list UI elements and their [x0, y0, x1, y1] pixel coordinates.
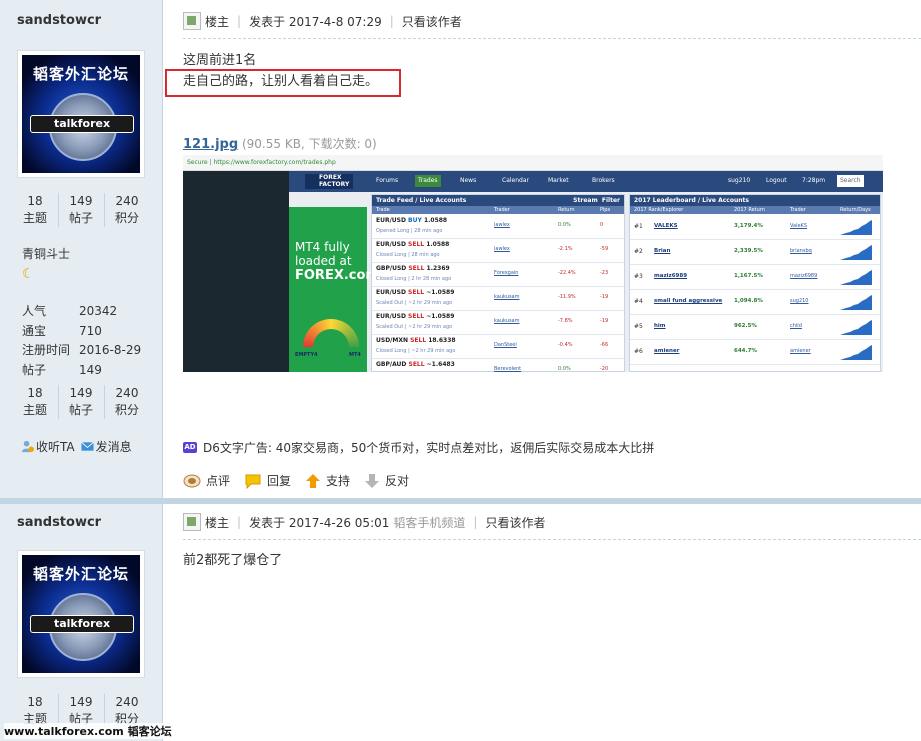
return-sparkline [840, 220, 872, 235]
post-divider [0, 498, 921, 504]
leaderboard-row: #3 maziz6989 1,167.5% maziz6989 [630, 264, 880, 290]
follow-link[interactable]: 收听TA [21, 438, 75, 455]
thumb-up-arrow-icon [306, 473, 321, 488]
user-icon [183, 12, 201, 30]
user-rank[interactable]: 青铜斗士 [22, 245, 70, 262]
author-name[interactable]: sandstowcr [17, 13, 101, 28]
mobile-channel-link[interactable]: 韬客手机频道 [393, 514, 465, 531]
image-dark-sidebar [183, 171, 289, 372]
nav-user: sug210 [728, 177, 751, 184]
leaderboard-panel: 2017 Leaderboard / Live Accounts 2017 Ra… [629, 194, 881, 372]
stat-posts[interactable]: 149 帖子 [59, 193, 105, 227]
user-info: 人气 20342 通宝 710 注册时间 2016-8-29 帖子 149 [22, 304, 142, 377]
message-link[interactable]: 发消息 [80, 438, 132, 455]
return-sparkline [840, 245, 872, 260]
gauge-graphic [303, 319, 359, 347]
avatar[interactable]: 韬客外汇论坛 talkforex [17, 550, 145, 678]
post-actions: 点评 回复 支持 反对 [183, 472, 409, 489]
user-stats-top: 18 主题 149 帖子 240 积分 [0, 193, 162, 227]
nav-logout: Logout [766, 177, 787, 184]
attachment-link[interactable]: 121.jpg [183, 137, 238, 152]
trade-feed-panel: Trade Feed / Live Accounts Stream Filter … [371, 194, 625, 372]
trade-row: EUR/USD SELL 1.0588 Closed Long | 28 min … [372, 238, 624, 263]
reply-button[interactable]: 回复 [244, 472, 291, 489]
avatar-brand: talkforex [30, 115, 134, 133]
trade-row: GBP/AUD SELL ~1.6483 Berevolent 0.0% -20 [372, 358, 624, 372]
user-stats-bottom: 18 主题 149 帖子 240 积分 [0, 385, 162, 419]
site-watermark: www.talkforex.com 韬客论坛 [4, 723, 172, 739]
post-header: 楼主 | 发表于 2017-4-8 07:29 | 只看该作者 [183, 12, 462, 30]
comment-button[interactable]: 点评 [183, 472, 230, 489]
attached-image[interactable]: Secure | https://www.forexfactory.com/tr… [183, 155, 883, 372]
attachment-meta: (90.55 KB, 下载次数: 0) [241, 137, 377, 151]
attachment: 121.jpg (90.55 KB, 下载次数: 0) [183, 135, 377, 152]
support-button[interactable]: 支持 [305, 472, 350, 489]
thumb-down-arrow-icon [365, 473, 380, 488]
stat-posts[interactable]: 149 帖子 [59, 385, 105, 419]
envelope-icon [80, 441, 94, 451]
reply-icon [245, 474, 261, 489]
return-sparkline [840, 320, 872, 335]
post-content: 前2都死了爆仓了 [183, 550, 282, 571]
site-logo: FOREX FACTORY [305, 174, 353, 189]
post-date: 发表于 2017-4-26 05:01 [249, 515, 390, 530]
return-sparkline [840, 345, 872, 360]
header-divider [183, 38, 921, 39]
only-author-link[interactable]: 只看该作者 [485, 514, 545, 531]
ad-text: D6文字广告: 40家交易商，50个货币对，实时点差对比，返佣后实际交易成本大比… [203, 441, 655, 455]
promo-banner: MT4 fully loaded at FOREX.com EMPTY4 MT4 [289, 207, 379, 372]
stat-threads[interactable]: 18 主题 [13, 193, 59, 227]
trade-row: EUR/USD BUY 1.0588 Opened Long | 28 min a… [372, 214, 624, 239]
user-icon [183, 513, 201, 531]
site-nav: FOREX FACTORY Forums Trades News Calenda… [289, 171, 883, 192]
nav-brokers: Brokers [592, 177, 615, 184]
floor-label: 楼主 [205, 14, 230, 29]
header-divider [183, 539, 921, 540]
stat-threads[interactable]: 18 主题 [13, 385, 59, 419]
content-line: 这周前进1名 [183, 53, 257, 68]
highlight-box [165, 69, 401, 97]
ad-icon: AD [183, 442, 197, 453]
leaderboard-row: #2 Brian 2,339.5% briansbq [630, 239, 880, 265]
leaderboard-row: #6 amiener 644.7% amiener [630, 339, 880, 365]
browser-url-bar: Secure | https://www.forexfactory.com/tr… [183, 155, 883, 171]
nav-calendar: Calendar [502, 177, 529, 184]
text-ad[interactable]: AD D6文字广告: 40家交易商，50个货币对，实时点差对比，返佣后实际交易成… [183, 439, 654, 456]
only-author-link[interactable]: 只看该作者 [402, 13, 462, 30]
return-sparkline [840, 295, 872, 310]
nav-search: Search [837, 175, 864, 187]
oppose-button[interactable]: 反对 [364, 472, 409, 489]
trade-row: EUR/USD SELL ~1.0589 Scaled Out | ~2 hr 2… [372, 286, 624, 311]
comment-icon [183, 474, 201, 487]
avatar-title: 韬客外汇论坛 [32, 65, 129, 83]
leaderboard-row: #4 small fund aggressive 1,094.8% sug210 [630, 289, 880, 315]
nav-forums: Forums [376, 177, 399, 184]
leaderboard-row: #1 VALEKS 3,179.4% ValeKS [630, 214, 880, 240]
stat-points[interactable]: 240 积分 [105, 385, 150, 419]
avatar-title: 韬客外汇论坛 [32, 565, 129, 583]
moon-icon: ☾ [22, 266, 35, 282]
post-header: 楼主 | 发表于 2017-4-26 05:01 韬客手机频道 | 只看该作者 [183, 513, 545, 531]
avatar-brand: talkforex [30, 615, 134, 633]
floor-label: 楼主 [205, 515, 230, 530]
user-links: 收听TA 发消息 [21, 438, 132, 455]
trade-row: EUR/USD SELL ~1.0589 Scaled Out | ~2 hr 2… [372, 310, 624, 335]
leaderboard-row: #5 him 962.5% child [630, 314, 880, 340]
trade-row: USD/MXN SELL 18.6338 Closed Long | ~2 hr … [372, 334, 624, 359]
stat-points[interactable]: 240 积分 [105, 193, 150, 227]
content-line: 前2都死了爆仓了 [183, 553, 283, 568]
nav-market: Market [548, 177, 569, 184]
return-sparkline [840, 270, 872, 285]
avatar[interactable]: 韬客外汇论坛 talkforex [17, 50, 145, 178]
follow-user-icon [21, 440, 34, 453]
author-name[interactable]: sandstowcr [17, 515, 101, 530]
nav-clock: 7:28pm [802, 177, 826, 184]
post-date: 发表于 2017-4-8 07:29 [249, 14, 382, 29]
nav-news: News [460, 177, 477, 184]
trade-row: GBP/USD SELL 1.2369 Closed Long | 2 hr 28… [372, 262, 624, 287]
nav-trades: Trades [415, 175, 441, 187]
